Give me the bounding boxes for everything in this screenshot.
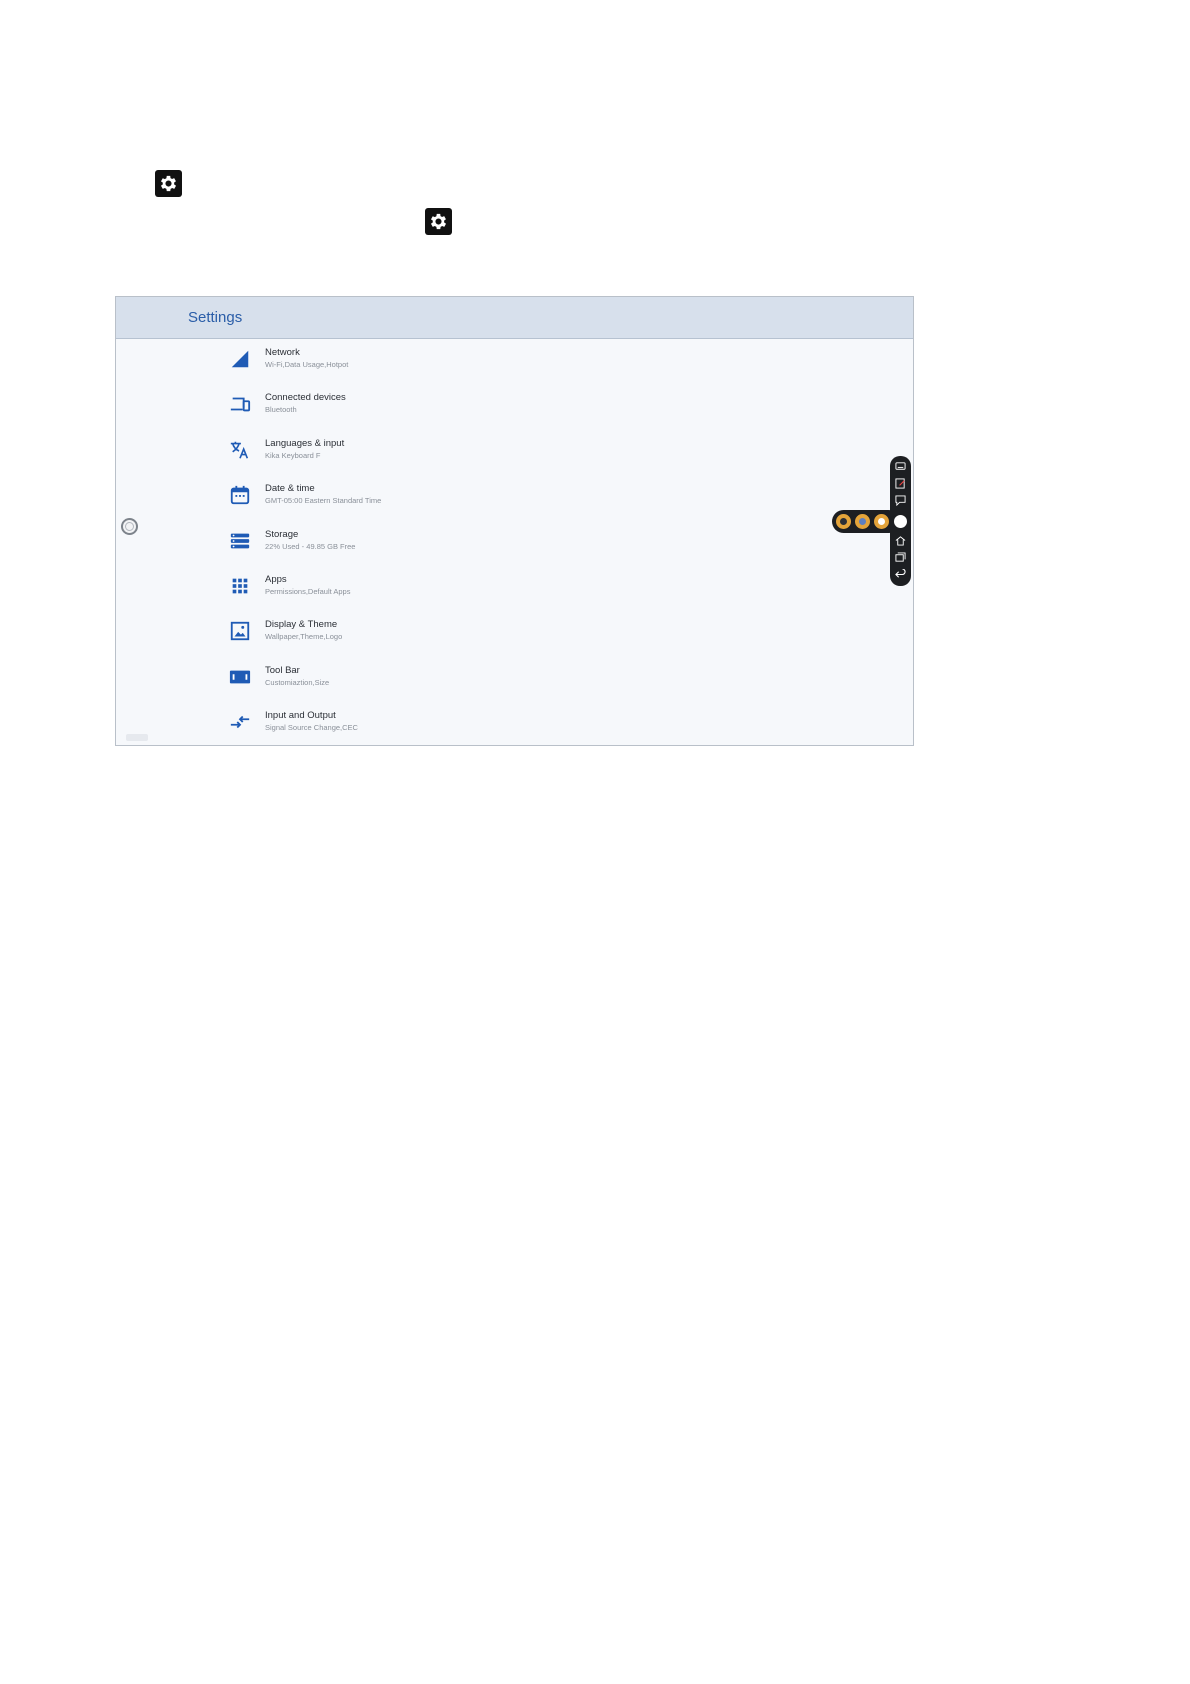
settings-item-input-output[interactable]: Input and Output Signal Source Change,CE… [229, 710, 729, 745]
item-subtitle: Kika Keyboard F [265, 450, 321, 460]
keyboard-icon[interactable] [895, 461, 906, 472]
network-signal-icon [229, 348, 251, 370]
storage-icon [229, 530, 251, 552]
display-theme-icon [229, 620, 251, 642]
item-subtitle: Bluetooth [265, 405, 297, 415]
settings-item-storage[interactable]: Storage 22% Used - 49.85 GB Free [229, 529, 729, 574]
annotate-icon[interactable] [895, 478, 906, 489]
settings-item-display-theme[interactable]: Display & Theme Wallpaper,Theme,Logo [229, 619, 729, 664]
translate-icon [229, 439, 251, 461]
settings-item-languages[interactable]: Languages & input Kika Keyboard F [229, 438, 729, 483]
item-title: Storage [265, 528, 299, 540]
settings-item-connected-devices[interactable]: Connected devices Bluetooth [229, 392, 729, 437]
settings-header: Settings [116, 297, 913, 339]
item-title: Tool Bar [265, 664, 300, 676]
item-title: Connected devices [265, 392, 346, 404]
item-title: Apps [265, 573, 287, 585]
page-title: Settings [188, 309, 243, 326]
item-subtitle: Wi-Fi,Data Usage,Hotpot [265, 360, 349, 369]
item-subtitle: 22% Used - 49.85 GB Free [265, 541, 356, 551]
item-title: Date & time [265, 483, 315, 495]
window-icon[interactable] [895, 552, 906, 563]
quick-app-button[interactable] [855, 514, 870, 529]
devices-icon [229, 393, 251, 415]
item-subtitle: Customiaztion,Size [265, 677, 330, 687]
floating-toolbar [890, 456, 911, 586]
toolbar-main-button[interactable] [892, 513, 909, 530]
floating-menu-button[interactable] [121, 518, 138, 535]
settings-list: Network Wi-Fi,Data Usage,Hotpot Connecte… [229, 347, 729, 745]
apps-grid-icon [229, 575, 251, 597]
settings-screen: Settings Network Wi-Fi,Data Usage,Hotpot… [115, 296, 914, 746]
input-output-icon [229, 711, 251, 733]
quick-app-button[interactable] [874, 514, 889, 529]
item-subtitle: Wallpaper,Theme,Logo [265, 632, 343, 642]
item-subtitle: Permissions,Default Apps [265, 586, 351, 596]
item-title: Display & Theme [265, 619, 338, 631]
quick-app-button[interactable] [836, 514, 851, 529]
item-subtitle: GMT-05:00 Eastern Standard Time [265, 496, 382, 506]
item-title: Languages & input [265, 437, 345, 449]
item-title: Network [265, 347, 300, 358]
item-title: Input and Output [265, 710, 336, 722]
settings-item-network[interactable]: Network Wi-Fi,Data Usage,Hotpot [229, 347, 729, 392]
gear-icon [155, 170, 182, 197]
item-subtitle: Signal Source Change,CEC [265, 723, 358, 733]
comment-icon[interactable] [895, 495, 906, 506]
back-icon[interactable] [895, 569, 906, 580]
toolbar-icon [229, 666, 251, 688]
settings-item-tool-bar[interactable]: Tool Bar Customiaztion,Size [229, 665, 729, 710]
corner-indicator [126, 734, 148, 741]
home-icon[interactable] [895, 535, 906, 546]
settings-item-apps[interactable]: Apps Permissions,Default Apps [229, 574, 729, 619]
settings-item-date-time[interactable]: Date & time GMT-05:00 Eastern Standard T… [229, 483, 729, 528]
gear-icon [425, 208, 452, 235]
calendar-icon [229, 484, 251, 506]
